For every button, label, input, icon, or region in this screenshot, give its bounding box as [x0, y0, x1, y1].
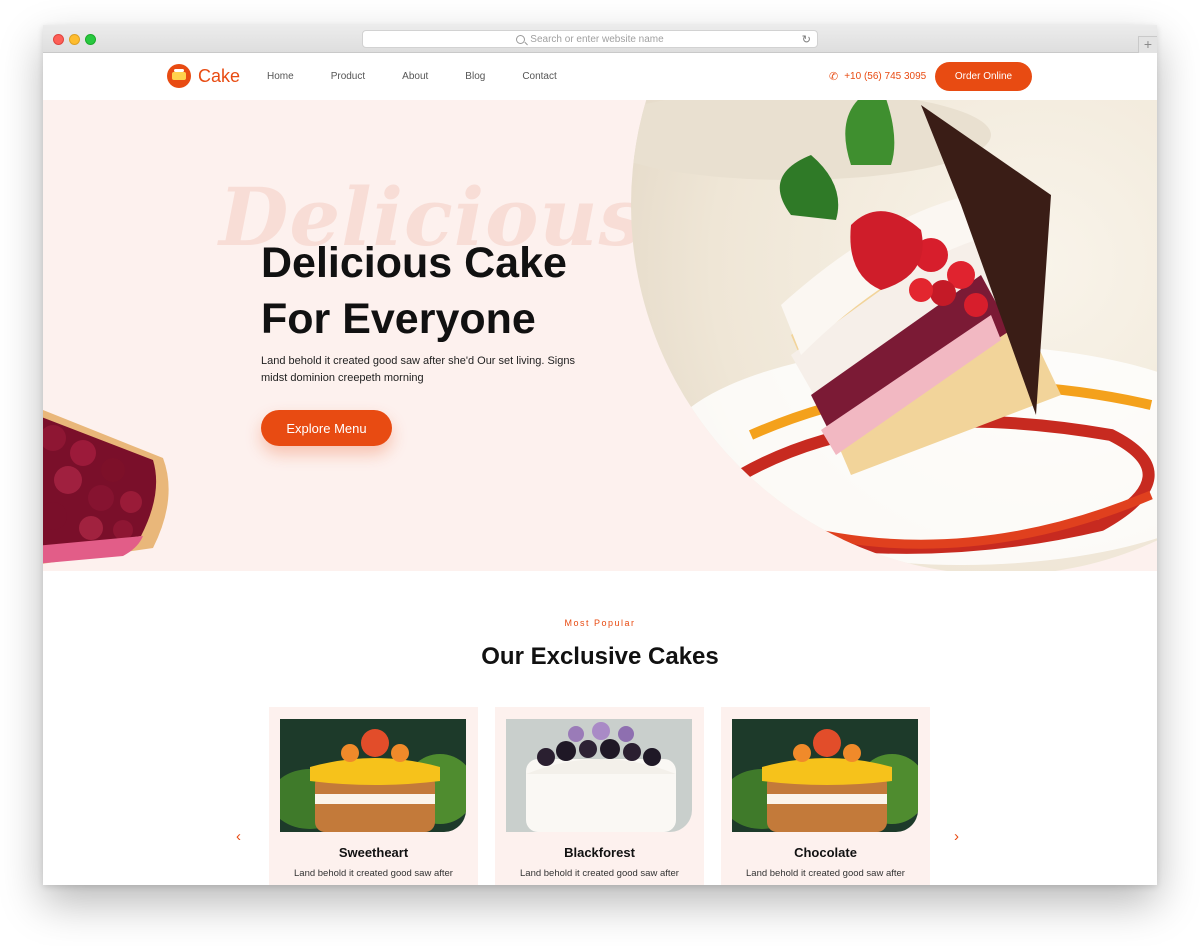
chocolate-cake-illustration	[732, 719, 918, 832]
minimize-window-icon[interactable]	[69, 34, 80, 45]
product-card[interactable]: Blackforest Land behold it created good …	[495, 707, 704, 885]
website: Cake Home Product About Blog Contact ✆ +…	[43, 53, 1157, 885]
sweetheart-cake-illustration	[280, 719, 466, 832]
card-title: Sweetheart	[338, 845, 409, 860]
address-bar-placeholder: Search or enter website name	[530, 33, 664, 45]
menu-item-contact[interactable]: Contact	[522, 71, 556, 82]
section-title: Our Exclusive Cakes	[481, 643, 719, 670]
card-title: Chocolate	[794, 845, 857, 860]
card-title: Blackforest	[564, 845, 635, 860]
cake-image-sweetheart	[280, 719, 466, 832]
phone-contact[interactable]: ✆ +10 (56) 745 3095	[829, 70, 926, 83]
cake-image-chocolate	[732, 719, 918, 832]
reload-icon[interactable]: ↻	[802, 33, 811, 46]
product-card[interactable]: Chocolate Land behold it created good sa…	[721, 707, 930, 885]
carousel-next-icon[interactable]: ›	[954, 828, 959, 845]
menu-item-home[interactable]: Home	[267, 71, 294, 82]
address-bar[interactable]: Search or enter website name ↻	[362, 30, 818, 48]
menu-item-about[interactable]: About	[402, 71, 428, 82]
search-icon	[516, 34, 526, 44]
section-kicker: Most Popular	[564, 618, 636, 628]
phone-icon: ✆	[829, 71, 839, 83]
browser-titlebar: Search or enter website name ↻ +	[43, 25, 1157, 53]
menu-item-blog[interactable]: Blog	[465, 71, 485, 82]
card-description: Land behold it created good saw after sh…	[294, 868, 453, 879]
close-window-icon[interactable]	[53, 34, 64, 45]
maximize-window-icon[interactable]	[85, 34, 96, 45]
carousel-prev-icon[interactable]: ‹	[236, 828, 241, 845]
phone-number: +10 (56) 745 3095	[844, 71, 927, 82]
logo-text: Cake	[198, 65, 241, 86]
hero-section: Delicious Delicious Cake For Everyone La…	[43, 100, 1157, 571]
screenshot-stage: Search or enter website name ↻ + Cake Ho…	[0, 0, 1200, 946]
cake-image-blackforest	[506, 719, 692, 832]
cherry-tart-image	[43, 410, 169, 564]
cake-slice-illustration	[631, 100, 1157, 565]
browser-window: Search or enter website name ↻ + Cake Ho…	[43, 25, 1157, 885]
site-header: Cake Home Product About Blog Contact ✆ +…	[43, 53, 1157, 100]
blackforest-cake-illustration	[506, 719, 692, 832]
card-description: Land behold it created good saw after sh…	[746, 868, 905, 879]
site-logo[interactable]: Cake	[167, 64, 240, 88]
main-menu: Home Product About Blog Contact	[267, 71, 594, 82]
explore-menu-button[interactable]: Explore Menu	[261, 410, 392, 446]
new-tab-button[interactable]: +	[1138, 36, 1157, 53]
hero-cake-image	[631, 100, 1157, 571]
hero-title: Delicious Cake For Everyone	[261, 239, 567, 343]
product-card[interactable]: Sweetheart Land behold it created good s…	[269, 707, 478, 885]
card-description: Land behold it created good saw after sh…	[520, 868, 679, 879]
order-online-button[interactable]: Order Online	[935, 62, 1032, 91]
menu-item-product[interactable]: Product	[331, 71, 365, 82]
cake-logo-icon	[167, 64, 191, 88]
hero-description: Land behold it created good saw after sh…	[261, 355, 575, 384]
